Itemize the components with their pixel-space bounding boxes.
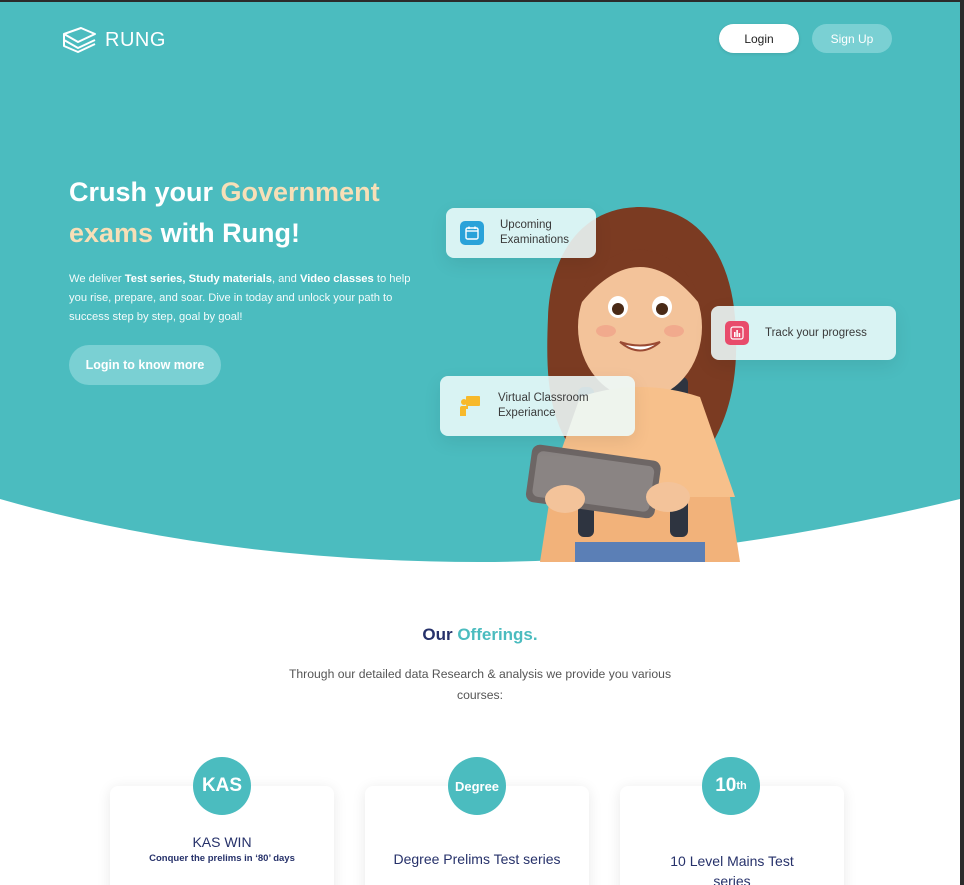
book-stack-icon bbox=[63, 27, 96, 53]
login-button[interactable]: Login bbox=[719, 24, 799, 53]
course-title: Degree Prelims Test series bbox=[393, 851, 561, 867]
teacher-board-icon bbox=[458, 394, 482, 418]
brand-name: RUNG bbox=[105, 28, 166, 51]
10th-badge: 10th bbox=[702, 757, 760, 815]
login-to-know-more-button[interactable]: Login to know more bbox=[69, 345, 221, 385]
course-title: KAS WIN bbox=[192, 834, 252, 850]
track-progress-card[interactable]: Track your progress bbox=[711, 306, 896, 360]
offerings-title: Our Offerings. bbox=[422, 625, 538, 644]
card-label: Track your progress bbox=[765, 326, 867, 339]
degree-badge: Degree bbox=[448, 757, 506, 815]
card-label: Upcoming Examinations bbox=[500, 219, 570, 246]
signup-button[interactable]: Sign Up bbox=[812, 24, 892, 53]
bar-chart-icon bbox=[725, 321, 749, 345]
hero-headline: Crush your Government exams with Rung! bbox=[69, 177, 380, 248]
card-label: Virtual Classroom Experiance bbox=[498, 392, 589, 419]
kas-badge: KAS bbox=[193, 757, 251, 815]
course-subtitle: Conquer the prelims in ‘80’ days bbox=[149, 853, 295, 864]
calendar-icon bbox=[460, 221, 484, 245]
virtual-classroom-card[interactable]: Virtual Classroom Experiance bbox=[440, 376, 635, 436]
page: RUNG Login Sign Up Crush your Government… bbox=[0, 0, 964, 885]
offerings-subtitle: Through our detailed data Research & ana… bbox=[288, 667, 672, 702]
upcoming-examinations-card[interactable]: Upcoming Examinations bbox=[446, 208, 596, 258]
hero-description: We deliver Test series, Study materials,… bbox=[69, 273, 411, 323]
course-title: 10 Level Mains Test series bbox=[670, 853, 794, 885]
brand-logo[interactable]: RUNG bbox=[61, 26, 166, 54]
